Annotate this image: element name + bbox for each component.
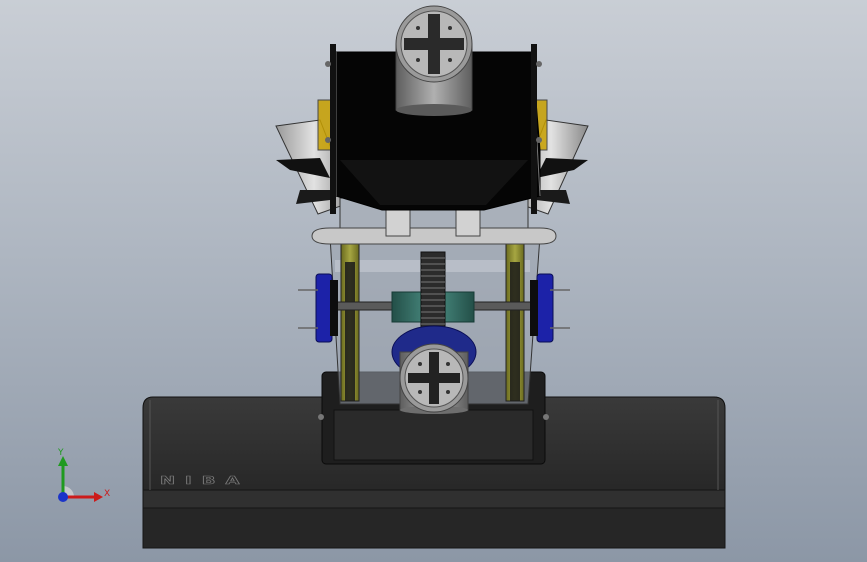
model-view[interactable]: NIBA Y X <box>0 0 867 562</box>
z-axis-icon <box>58 492 68 502</box>
right-motor[interactable] <box>530 273 570 343</box>
cad-viewport[interactable]: NIBA Y X <box>0 0 867 562</box>
screw-icon <box>543 414 549 420</box>
screw-icon <box>536 61 542 67</box>
bottom-wheel[interactable] <box>391 325 477 414</box>
screw-icon <box>325 61 331 67</box>
top-wheel[interactable] <box>395 5 473 116</box>
screw-icon <box>536 137 542 143</box>
left-motor[interactable] <box>298 273 338 343</box>
screw-icon <box>325 137 331 143</box>
x-axis-label: X <box>104 489 110 499</box>
axis-triad: Y X <box>57 448 110 502</box>
y-axis-label: Y <box>57 448 64 458</box>
screw-icon <box>318 414 324 420</box>
base-logo: NIBA <box>160 475 249 487</box>
